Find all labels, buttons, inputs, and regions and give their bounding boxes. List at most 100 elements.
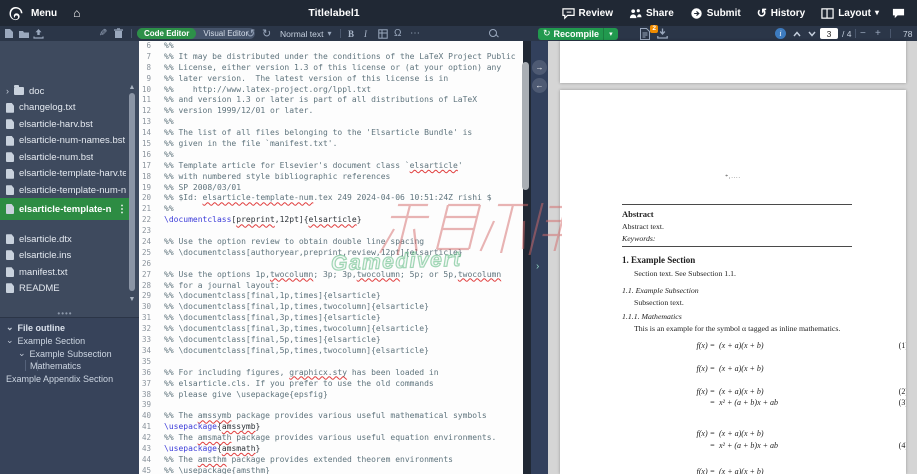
new-folder-button[interactable] — [18, 27, 30, 40]
chevron-down-icon[interactable]: ⌄ — [18, 348, 26, 359]
undo-icon: ↺ — [246, 28, 256, 40]
line-number: 17 — [141, 160, 151, 170]
code-text: %% — [164, 41, 174, 50]
page-up-button[interactable] — [793, 27, 801, 40]
arrow-right-icon: → — [535, 63, 544, 72]
more-tools-button[interactable]: ⋯ — [410, 27, 420, 40]
file-item[interactable]: elsarticle-harv.bst — [0, 116, 126, 133]
file-outline-header[interactable]: ⌄ File outline — [6, 322, 65, 333]
line-number: 6 — [146, 41, 151, 50]
undo-button[interactable]: ↺ — [246, 27, 255, 40]
trash-icon — [114, 28, 123, 38]
share-button[interactable]: Share — [624, 0, 679, 26]
home-button[interactable]: ⌂ — [65, 0, 88, 26]
zoom-level[interactable]: 78 — [903, 29, 912, 39]
download-pdf-button[interactable] — [657, 27, 668, 40]
file-item[interactable]: README — [0, 280, 126, 297]
code-line: 41 \usepackage{amssymb} — [139, 422, 523, 433]
new-file-button[interactable] — [4, 27, 14, 40]
editor-scrollbar-thumb[interactable] — [522, 62, 529, 190]
submit-button[interactable]: Submit — [685, 0, 746, 26]
page-number-input[interactable] — [820, 28, 838, 39]
recompile-dropdown[interactable]: ▾ — [603, 27, 618, 40]
pane-divider[interactable] — [531, 41, 548, 474]
code-line: 36 %% For including figures, graphicx.sty… — [139, 368, 523, 379]
delete-button[interactable] — [114, 27, 123, 40]
line-number: 12 — [141, 106, 151, 116]
outline-item[interactable]: ⌄ Example Section — [6, 335, 85, 346]
redo-button[interactable]: ↻ — [262, 27, 271, 40]
chevron-right-icon[interactable]: › — [6, 86, 9, 96]
file-item[interactable]: elsarticle-template-harv.tex — [0, 166, 126, 183]
logs-button[interactable]: 2 — [640, 25, 658, 40]
history-button[interactable]: ↺ History — [752, 0, 811, 26]
compile-info-button[interactable]: i — [775, 27, 786, 40]
pdf-equation: f(x) =(x + a)(x + b)(1) — [622, 341, 907, 350]
file-outline-panel: ⌄ File outline ⌄ Example Section ⌄ Example … — [0, 317, 139, 474]
symbol-button[interactable]: Ω — [394, 27, 401, 40]
file-item[interactable]: manifest.txt — [0, 264, 126, 281]
review-icon — [561, 7, 575, 20]
code-line: 9 %% later version. The latest version of… — [139, 74, 523, 85]
chat-button[interactable] — [890, 0, 907, 26]
paragraph-style-dropdown[interactable]: Normal text ▾ — [280, 27, 331, 40]
file-item[interactable]: elsarticle.ins — [0, 247, 126, 264]
line-number: 27 — [141, 269, 151, 279]
pencil-icon: ✎ — [99, 28, 108, 39]
review-button[interactable]: Review — [557, 0, 618, 26]
indent-guide — [37, 360, 38, 371]
new-file-icon — [5, 29, 13, 38]
line-number: 26 — [141, 258, 151, 268]
rename-button[interactable]: ✎ — [99, 27, 107, 40]
file-item[interactable]: elsarticle-template-num-n... — [0, 182, 126, 199]
file-name: elsarticle.dtx — [19, 233, 72, 245]
pdf-equation: f(x) = (x + a)(x + b) — [696, 429, 764, 438]
tree-scroll-up-icon[interactable]: ▲ — [128, 84, 136, 92]
upload-button[interactable] — [33, 27, 44, 40]
tree-scroll-down-icon[interactable]: ▼ — [128, 296, 136, 304]
chevron-down-icon: ▾ — [327, 28, 332, 38]
file-item[interactable]: changelog.txt — [0, 100, 126, 117]
line-number: 16 — [141, 149, 151, 159]
file-icon — [6, 102, 14, 113]
code-line: 21%% — [139, 204, 523, 215]
italic-button[interactable]: I — [364, 27, 367, 40]
zoom-in-button[interactable]: + — [875, 27, 881, 40]
pdf-math-intro: This is an example for the symbol α tagg… — [634, 324, 841, 333]
file-item[interactable]: elsarticle-template-n... ⋮ — [0, 198, 133, 220]
code-line: 34 %% \documentclass[final,5p,times,twoco… — [139, 346, 523, 357]
topbar-actions: Review Share Submit ↺ History Layout ▾ — [557, 0, 907, 26]
collapse-chevron-icon[interactable]: › — [536, 261, 539, 272]
chevron-down-icon[interactable]: ⌄ — [6, 335, 14, 346]
file-icon — [6, 152, 14, 163]
code-editor[interactable]: 6%% 7%% It may be distributed under the c… — [139, 41, 523, 474]
code-text: %% \documentclass[final,5p,times]{elsart… — [164, 335, 381, 345]
outline-item[interactable]: ⌄ Example Subsection — [18, 348, 112, 359]
bold-button[interactable]: B — [348, 27, 354, 40]
insert-button[interactable] — [378, 27, 388, 40]
outline-item[interactable]: Example Appendix Section — [6, 374, 113, 384]
zoom-out-button[interactable]: − — [860, 27, 866, 40]
file-item[interactable]: elsarticle-num-names.bst — [0, 133, 126, 150]
search-button[interactable] — [489, 27, 498, 40]
file-item[interactable]: elsarticle.dtx — [0, 231, 126, 248]
folder-item[interactable]: › doc — [0, 83, 126, 100]
code-line: 39 — [139, 400, 523, 411]
code-text: %% \documentclass[final,1p,times,twocolu… — [164, 302, 429, 312]
line-number: 9 — [146, 73, 151, 83]
tree-scrollbar-thumb[interactable] — [129, 93, 135, 291]
pdf-subsubsection-heading: 1.1.1. Mathematics — [622, 312, 682, 321]
recompile-button[interactable]: ↻ Recompile ▾ — [538, 27, 618, 40]
line-number: 39 — [141, 400, 151, 410]
file-item[interactable]: elsarticle-num.bst — [0, 149, 126, 166]
code-editor-tab[interactable]: Code Editor — [137, 28, 197, 39]
layout-button[interactable]: Layout ▾ — [816, 0, 884, 26]
pdf-rule — [622, 246, 852, 247]
line-number: 31 — [141, 313, 151, 323]
file-name: elsarticle-num-names.bst — [19, 135, 126, 147]
menu-button[interactable]: Menu — [23, 0, 65, 26]
expand-right-button[interactable]: → — [532, 60, 547, 75]
pdf-preview-pane: *,.... Abstract Abstract text. Keywords:… — [548, 41, 917, 474]
page-down-button[interactable] — [808, 27, 816, 40]
expand-left-button[interactable]: ← — [532, 78, 547, 93]
